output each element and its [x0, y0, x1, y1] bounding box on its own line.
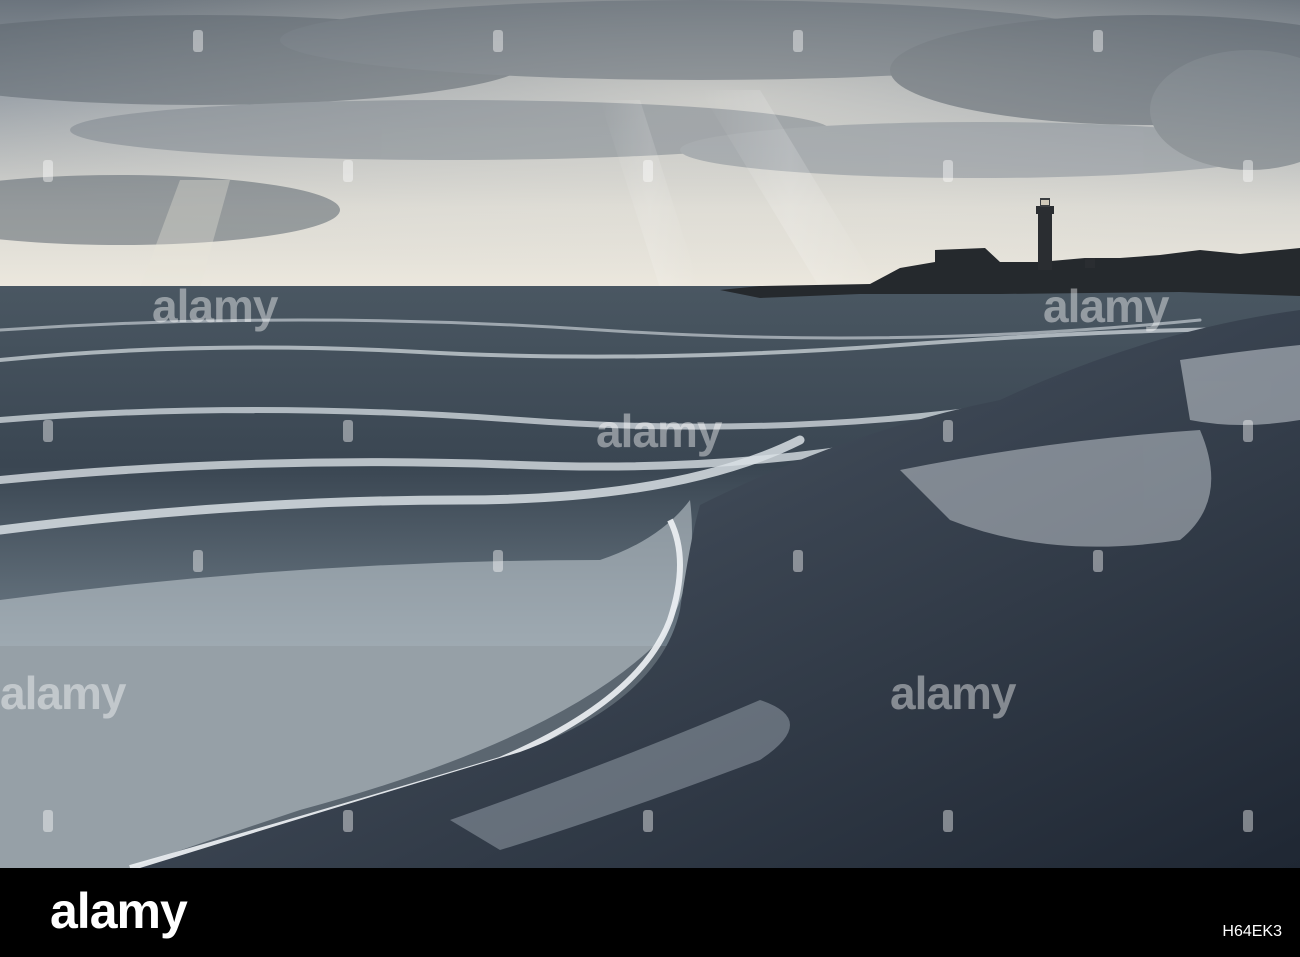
beach-photo: alamy alamy alamy alamy alamy: [0, 0, 1300, 868]
stock-footer-bar: alamy H64EK3: [0, 868, 1300, 957]
stock-photo-page: alamy alamy alamy alamy alamy alamy H64E…: [0, 0, 1300, 957]
image-id-value: H64EK3: [1222, 923, 1282, 940]
lighthouse: [1038, 212, 1052, 270]
beach-scene-illustration: [0, 0, 1300, 868]
alamy-logo: alamy: [50, 883, 188, 939]
image-id: H64EK3: [1216, 924, 1282, 940]
